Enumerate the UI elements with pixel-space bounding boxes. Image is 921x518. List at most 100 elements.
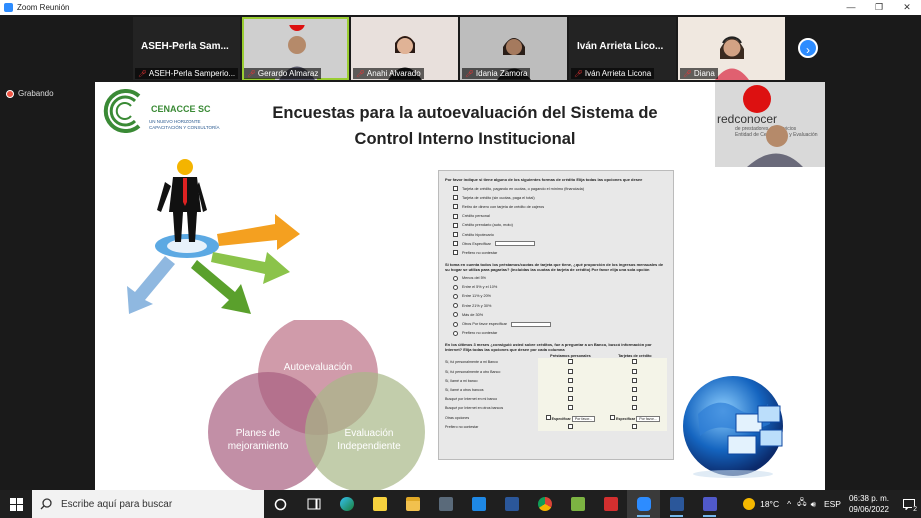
participant-label: 🎤︎ ASEH-Perla Samperio... [135, 68, 239, 79]
option-label: Retiro de dinero con tarjeta de crédito … [462, 204, 545, 209]
radio-icon [453, 330, 458, 336]
word-icon[interactable] [660, 490, 693, 518]
specify-input [494, 241, 535, 247]
task-view-glyph-icon [307, 498, 320, 510]
row-label: Sí, fui personalmente a otro Banco [445, 369, 501, 374]
option-label: Tarjeta de crédito, pagando en cuotas, o… [462, 186, 585, 191]
radio-option: Entre 11% y 20% [445, 292, 667, 301]
checkbox-icon [453, 232, 458, 238]
checkbox-option: Crédito prendario (auto, moto) [445, 221, 667, 230]
weather-temperature[interactable]: 18°C [760, 499, 779, 509]
checkbox-option: Crédito hipotecario [445, 230, 667, 239]
globe-screens-illustration [683, 376, 783, 478]
checkbox-icon [567, 396, 573, 402]
cenacce-c-icon [103, 89, 141, 133]
checkbox-option: Tarjeta de crédito, pagando en cuotas, o… [445, 184, 667, 193]
radio-icon [453, 312, 458, 318]
chrome-icon[interactable] [528, 490, 561, 518]
acrobat-icon[interactable] [594, 490, 627, 518]
venn-label-evaluacion-1: Evaluación [344, 428, 394, 439]
calculator-icon[interactable] [429, 490, 462, 518]
participant-name-placeholder: ASEH-Perla Sam... [141, 41, 229, 52]
windows-taskbar: Escribe aquí para buscar 18°C ^ 🖧︎ 🔊︎ ES… [0, 490, 921, 518]
row-label: Otras opciones [445, 415, 470, 420]
notification-center-button[interactable]: 2 [897, 490, 921, 518]
radio-option: Entre el 5% y el 10% [445, 283, 667, 292]
radio-icon [453, 293, 458, 299]
muted-mic-icon: 🎤︎ [356, 70, 365, 78]
volume-icon[interactable]: 🔊︎ [811, 499, 816, 510]
survey-question-3: En los últimos 3 meses ¿consiguió usted … [445, 341, 652, 352]
participant-label: 🎤︎ Iván Arrieta Licona [571, 68, 655, 79]
teams-icon[interactable] [693, 490, 726, 518]
participant-tile[interactable]: 🎤︎ Idania Zamora [460, 17, 567, 80]
sticky-notes-icon[interactable] [363, 490, 396, 518]
muted-mic-icon: 🎤︎ [247, 70, 256, 78]
language-indicator[interactable]: ESP [824, 499, 841, 509]
store-icon[interactable] [495, 490, 528, 518]
table-row: Sí, fui personalmente a otro Banco [445, 367, 667, 377]
participant-name: Gerardo Almaraz [257, 69, 319, 78]
clock-time: 06:38 p. m. [848, 494, 889, 503]
checkbox-icon [567, 359, 573, 365]
maximize-button[interactable]: ❐ [865, 0, 893, 15]
survey-q1-options: Tarjeta de crédito, pagando en cuotas, o… [445, 184, 667, 258]
network-icon[interactable]: 🖧︎ [797, 497, 806, 511]
next-participants-button[interactable]: › [798, 38, 818, 58]
file-explorer-icon[interactable] [396, 490, 429, 518]
zoom-app-icon [4, 3, 13, 12]
checkbox-icon [567, 386, 573, 392]
clock-date: 09/06/2022 [848, 505, 889, 514]
start-button[interactable] [0, 490, 32, 518]
option-label: Más de 30% [462, 312, 484, 317]
participant-label: 🎤︎ Gerardo Almaraz [244, 68, 322, 79]
checkbox-icon [453, 241, 458, 247]
option-label: Otros Especificar [462, 241, 491, 246]
venn-label-planes: Planes de mejoramiento [213, 427, 303, 453]
checkbox-icon [632, 368, 638, 374]
checkbox-icon [632, 359, 638, 365]
participant-name: Idania Zamora [475, 69, 528, 78]
participant-tile[interactable]: Iván Arrieta Lico... 🎤︎ Iván Arrieta Lico… [569, 17, 676, 80]
radio-option: Prefiero no contestar [445, 329, 667, 338]
participant-tile[interactable]: 🎤︎ Diana [678, 17, 785, 80]
hidden-icons-chevron-icon[interactable]: ^ [787, 499, 791, 509]
radio-icon [453, 321, 458, 327]
checkbox-icon [453, 213, 458, 219]
checkbox-icon [453, 222, 458, 228]
taskbar-clock[interactable]: 06:38 p. m. 09/06/2022 [849, 493, 889, 515]
table-row: Busqué por Internet en otros bancos [445, 403, 667, 413]
checkbox-option: Otros Especificar [445, 239, 667, 248]
edge-browser-icon[interactable] [330, 490, 363, 518]
checkbox-icon [610, 414, 616, 420]
checkbox-icon [632, 423, 638, 429]
checkbox-icon [545, 414, 551, 420]
participant-tile-active-speaker[interactable]: 🎤︎ Gerardo Almaraz [242, 17, 349, 80]
row-label: Busqué por Internet en otros bancos [445, 406, 504, 411]
taskbar-search-box[interactable]: Escribe aquí para buscar [32, 490, 264, 518]
specify-label: Especificar [551, 416, 571, 421]
checkbox-icon [632, 396, 638, 402]
row-label: Sí, fui personalmente a mi Banco [445, 360, 498, 365]
participant-name: ASEH-Perla Samperio... [148, 69, 236, 78]
minimize-button[interactable]: — [837, 0, 865, 15]
recording-label: Grabando [18, 89, 54, 98]
participant-name: Anahi Alvarado [366, 69, 421, 78]
recording-indicator[interactable]: Grabando [6, 89, 54, 98]
radio-icon [453, 275, 458, 281]
option-label: Entre el 5% y el 10% [462, 285, 498, 290]
table-row: Sí, llamé a mi banco [445, 376, 667, 386]
zoom-taskbar-icon[interactable] [627, 490, 660, 518]
cortana-icon[interactable] [264, 490, 297, 518]
specify-input [510, 321, 551, 327]
checkbox-icon [453, 186, 458, 192]
photos-icon[interactable] [561, 490, 594, 518]
participant-tile[interactable]: ASEH-Perla Sam... 🎤︎ ASEH-Perla Samperio.… [133, 17, 240, 80]
circle-icon [274, 498, 287, 510]
option-label: Entre 11% y 20% [462, 294, 492, 299]
window-titlebar: Zoom Reunión — ❐ ✕ [0, 0, 921, 15]
task-view-icon[interactable] [297, 490, 330, 518]
participant-tile[interactable]: 🎤︎ Anahi Alvarado [351, 17, 458, 80]
close-button[interactable]: ✕ [893, 0, 921, 15]
mail-icon[interactable] [462, 490, 495, 518]
